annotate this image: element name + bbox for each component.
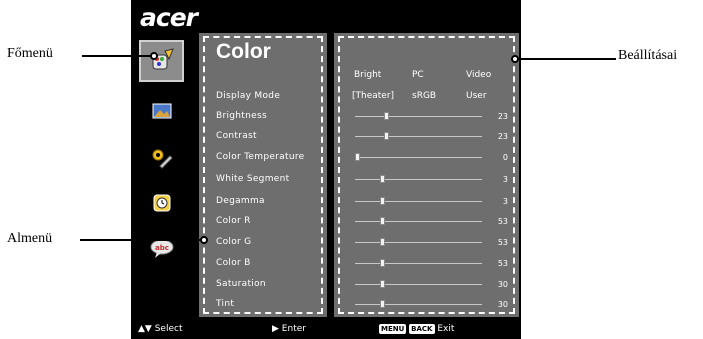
callout-line-submenu [80, 239, 204, 241]
slider-track[interactable] [355, 157, 482, 158]
value-color-b: 53 [497, 259, 508, 268]
language-bubble-icon[interactable]: abc [139, 228, 184, 270]
mode-header-pc: PC [412, 70, 424, 80]
mode-header-video: Video [466, 70, 492, 80]
slider-knob[interactable] [380, 300, 385, 308]
callout-main-menu: Főmenü [7, 46, 53, 61]
value-saturation: 30 [497, 280, 508, 289]
row-label-brightness[interactable]: Brightness [216, 111, 267, 121]
picture-icon[interactable] [139, 90, 184, 132]
back-key-badge[interactable]: BACK [409, 324, 435, 334]
callout-dot-settings [511, 55, 519, 63]
slider-track[interactable] [355, 263, 482, 264]
slider-track[interactable] [355, 304, 482, 305]
slider-knob[interactable] [380, 280, 385, 288]
value-degamma: 3 [502, 197, 508, 206]
submenu-title: Color [216, 40, 271, 63]
mode-option-user[interactable]: User [466, 91, 487, 101]
row-label-contrast[interactable]: Contrast [216, 131, 257, 141]
callout-settings: Beállításai [618, 48, 678, 63]
row-label-saturation[interactable]: Saturation [216, 279, 266, 289]
slider-knob[interactable] [384, 132, 389, 140]
slider-knob[interactable] [384, 112, 389, 120]
mode-option-srgb[interactable]: sRGB [412, 91, 436, 101]
slider-track[interactable] [355, 136, 482, 137]
slider-track[interactable] [355, 242, 482, 243]
mode-option-theater[interactable]: [Theater] [352, 91, 394, 101]
slider-knob[interactable] [380, 175, 385, 183]
callout-line-settings [516, 58, 616, 60]
row-label-tint[interactable]: Tint [216, 299, 234, 309]
slider-knob[interactable] [380, 238, 385, 246]
row-label-color-g[interactable]: Color G [216, 237, 251, 247]
callout-dot-main-menu [150, 52, 158, 60]
row-label-color-r[interactable]: Color R [216, 216, 251, 226]
right-arrow-icon: ▶ [272, 324, 279, 334]
up-down-arrows-icon: ▲▼ [138, 324, 152, 334]
slider-knob[interactable] [380, 217, 385, 225]
row-label-degamma[interactable]: Degamma [216, 196, 265, 206]
callout-submenu: Almenü [7, 231, 53, 246]
value-tint: 30 [497, 300, 508, 309]
row-label-display-mode[interactable]: Display Mode [216, 91, 280, 101]
value-contrast: 23 [497, 132, 508, 141]
footer-select: ▲▼ Select [138, 324, 182, 334]
svg-text:abc: abc [155, 244, 169, 252]
value-color-temperature: 0 [502, 153, 508, 162]
callout-line-main-menu [82, 55, 152, 57]
footer-enter-label: Enter [281, 324, 306, 334]
slider-track[interactable] [355, 221, 482, 222]
clock-icon[interactable] [139, 182, 184, 224]
slider-knob[interactable] [380, 197, 385, 205]
row-label-white-segment[interactable]: White Segment [216, 174, 289, 184]
footer-exit: MENU BACK Exit [379, 324, 454, 334]
value-color-g: 53 [497, 238, 508, 247]
menu-key-badge[interactable]: MENU [379, 324, 407, 334]
row-label-color-temperature[interactable]: Color Temperature [216, 152, 304, 162]
footer-exit-label: Exit [437, 324, 455, 334]
slider-track[interactable] [355, 116, 482, 117]
mode-header-bright: Bright [354, 70, 382, 80]
callout-dot-submenu [200, 236, 208, 244]
slider-track[interactable] [355, 284, 482, 285]
main-menu-column: abc [135, 36, 191, 320]
footer-enter: ▶ Enter [272, 324, 306, 334]
color-palette-icon[interactable] [139, 40, 184, 82]
value-white-segment: 3 [502, 175, 508, 184]
slider-track[interactable] [355, 179, 482, 180]
row-label-color-b[interactable]: Color B [216, 258, 251, 268]
slider-knob[interactable] [380, 259, 385, 267]
value-brightness: 23 [497, 112, 508, 121]
acer-logo: acer [140, 3, 198, 32]
value-color-r: 53 [497, 217, 508, 226]
slider-knob[interactable] [355, 153, 360, 161]
slider-track[interactable] [355, 201, 482, 202]
settings-tools-icon[interactable] [139, 138, 184, 180]
footer-select-label: Select [154, 324, 183, 334]
